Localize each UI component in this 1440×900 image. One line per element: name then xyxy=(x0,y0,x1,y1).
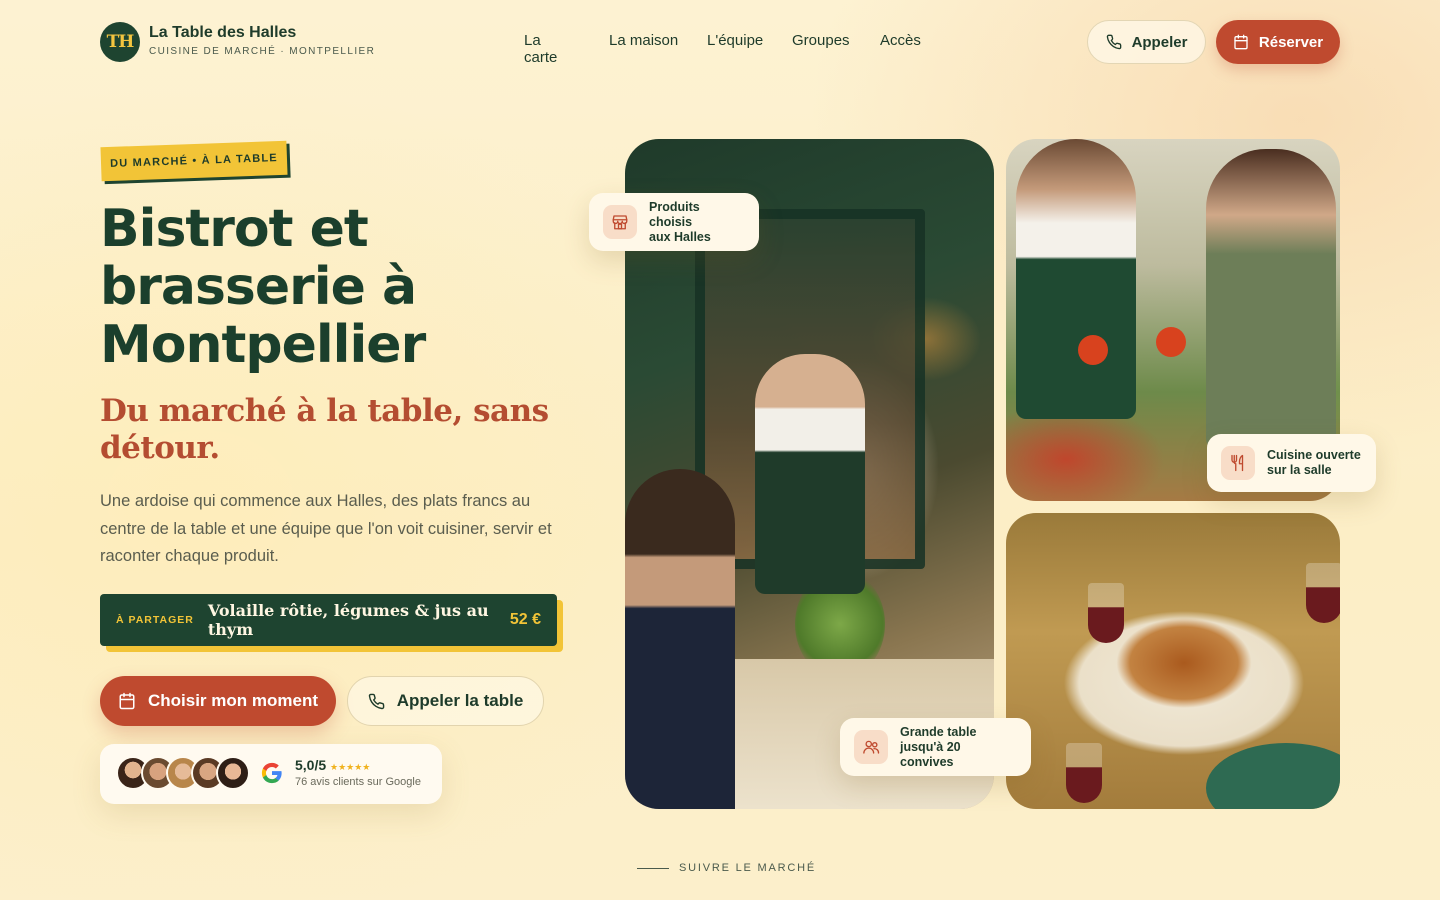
nav-item-carte[interactable]: La carte xyxy=(524,32,557,66)
call-table-label: Appeler la table xyxy=(396,691,524,710)
chip-line: sur la salle xyxy=(1267,463,1332,477)
rating-value: 5,0/5 xyxy=(295,757,327,773)
hero-lead: Une ardoise qui commence aux Halles, des… xyxy=(100,492,552,565)
chip-market-text: Produits choisis aux Halles xyxy=(649,200,745,245)
chip-table-text: Grande table jusqu'à 20 convives xyxy=(900,725,1017,770)
chip-line: aux Halles xyxy=(649,229,711,244)
photo-detail xyxy=(1088,583,1124,643)
rating-stars: ★★★★★ xyxy=(330,762,371,772)
hero-subtitle: Du marché à la table, sans détour. xyxy=(100,393,549,466)
nav-item-maison[interactable]: La maison xyxy=(609,32,699,49)
phone-icon xyxy=(368,693,384,709)
scroll-cue[interactable]: SUIVRE LE MARCHÉ xyxy=(637,862,816,874)
nav-item-groupes[interactable]: Groupes xyxy=(792,32,862,49)
photo-detail xyxy=(1206,743,1340,809)
people-icon xyxy=(854,730,888,764)
chip-market-produce: Produits choisis aux Halles xyxy=(589,193,759,251)
header-book-label: Réserver xyxy=(1258,33,1324,51)
dish-price: 52 € xyxy=(509,611,541,628)
chip-line: Grande table xyxy=(900,724,977,739)
site-header: TH La Table des Halles CUISINE DE MARCHÉ… xyxy=(0,0,1440,84)
chip-line: Cuisine ouverte xyxy=(1267,448,1361,462)
photo-detail xyxy=(1078,335,1108,365)
calendar-icon xyxy=(119,692,135,710)
choose-moment-button[interactable]: Choisir mon moment xyxy=(100,676,336,726)
photo-detail xyxy=(1306,563,1340,623)
roast-chicken-table-photo xyxy=(1006,513,1340,809)
photo-detail xyxy=(1066,743,1102,803)
photo-detail xyxy=(625,469,735,809)
chip-kitchen-text: Cuisine ouverte sur la salle xyxy=(1267,448,1361,478)
featured-dish-card[interactable]: À PARTAGER Volaille rôtie, légumes & jus… xyxy=(100,594,557,646)
chip-line: Produits choisis xyxy=(649,199,700,229)
photo-detail xyxy=(1156,327,1186,357)
phone-icon xyxy=(1106,34,1121,50)
google-reviews-badge[interactable]: 5,0/5 ★★★★★ 76 avis clients sur Google xyxy=(100,744,442,804)
photo-detail xyxy=(1016,139,1136,419)
scroll-cue-label: SUIVRE LE MARCHÉ xyxy=(679,862,816,874)
dish-tag: À PARTAGER xyxy=(116,614,194,626)
rating-count: 76 avis clients sur Google xyxy=(295,776,421,788)
nav-item-acces[interactable]: Accès xyxy=(880,32,930,49)
calendar-icon xyxy=(1234,34,1248,50)
photo-detail xyxy=(755,354,865,594)
market-stall-icon xyxy=(603,205,637,239)
hero-title: Bistrot et brasserie à Montpellier xyxy=(100,200,560,374)
chip-open-kitchen: Cuisine ouverte sur la salle xyxy=(1207,434,1376,492)
hero-title-line-1: Bistrot et xyxy=(100,199,369,259)
header-book-button[interactable]: Réserver xyxy=(1216,20,1340,64)
fork-knife-icon xyxy=(1221,446,1255,480)
nav-item-equipe[interactable]: L'équipe xyxy=(707,32,777,49)
hero-title-line-2: brasserie à xyxy=(100,257,417,317)
chip-line: jusqu'à 20 convives xyxy=(900,739,961,769)
chip-large-table: Grande table jusqu'à 20 convives xyxy=(840,718,1031,776)
photo-detail xyxy=(1206,149,1336,449)
call-table-button[interactable]: Appeler la table xyxy=(347,676,544,726)
google-logo-icon xyxy=(261,762,282,784)
scroll-cue-line xyxy=(637,867,669,869)
dish-name: Volaille rôtie, légumes & jus au thym xyxy=(207,601,489,639)
brand-monogram[interactable]: TH xyxy=(100,22,140,62)
brand-name[interactable]: La Table des Halles xyxy=(149,24,296,42)
choose-moment-label: Choisir mon moment xyxy=(147,691,318,710)
header-call-label: Appeler xyxy=(1131,33,1188,51)
header-call-button[interactable]: Appeler xyxy=(1087,20,1206,64)
brand-tagline: CUISINE DE MARCHÉ · MONTPELLIER xyxy=(149,46,376,57)
hero-title-line-3: Montpellier xyxy=(100,315,426,375)
avatar xyxy=(216,756,250,790)
rating-score: 5,0/5 ★★★★★ xyxy=(295,757,370,773)
hero-tag: DU MARCHÉ • À LA TABLE xyxy=(100,140,288,182)
